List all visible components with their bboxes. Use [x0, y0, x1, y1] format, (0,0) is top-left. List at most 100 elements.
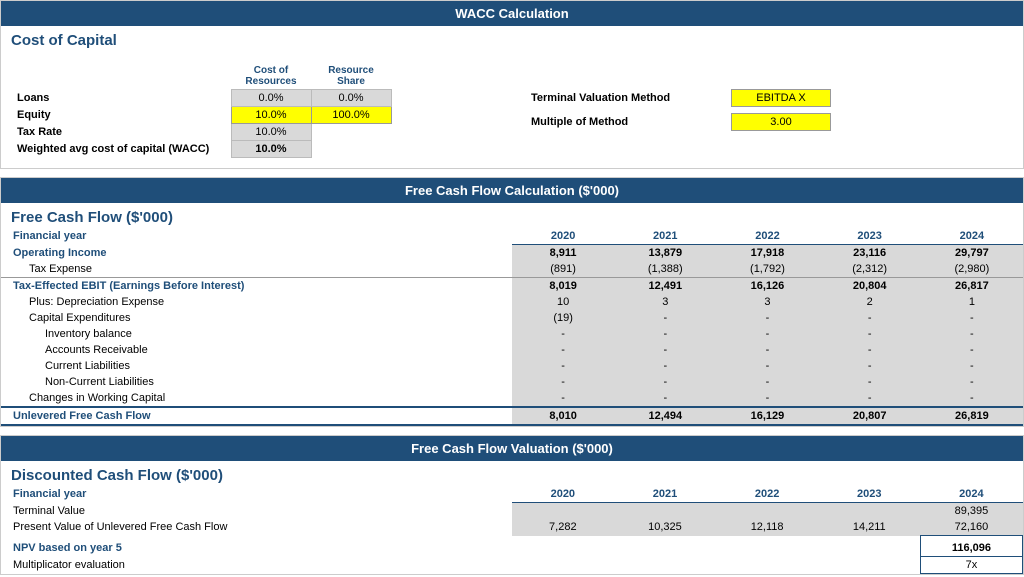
fcf-val-r10-c2: -	[716, 390, 818, 407]
fcf-val-r4-c0: 10	[512, 294, 614, 310]
val-row-label-2: Present Value of Unlevered Free Cash Flo…	[1, 519, 512, 536]
fcf-val-r9-c1: -	[614, 374, 716, 390]
val-val-r3-c2	[716, 536, 818, 557]
fcf-val-r3-c0: 8,019	[512, 278, 614, 295]
fcf-val-r11-c0: 8,010	[512, 407, 614, 425]
fcf-val-r9-c2: -	[716, 374, 818, 390]
fcf-val-r2-c1: (1,388)	[614, 261, 716, 278]
val-val-r3-c1	[614, 536, 716, 557]
fcf-val-r8-c4: -	[921, 358, 1023, 374]
val-row-label-4: Multiplicator evaluation	[1, 557, 512, 574]
val-val-r4-c0	[512, 557, 614, 574]
fcf-val-r9-c0: -	[512, 374, 614, 390]
wacc-label: Weighted avg cost of capital (WACC)	[11, 141, 231, 158]
tax-rate-value[interactable]: 10.0%	[231, 124, 311, 141]
fcf-val-r3-c4: 26,817	[921, 278, 1023, 295]
fcf-val-r10-c3: -	[819, 390, 921, 407]
val-val-r1-c0	[512, 503, 614, 520]
fcf-row-label-3: Tax-Effected EBIT (Earnings Before Inter…	[1, 278, 512, 295]
fcf-val-r7-c1: -	[614, 342, 716, 358]
multiple-method-value[interactable]: 3.00	[731, 113, 831, 131]
fcf-val-r0-c1: 2021	[614, 228, 716, 245]
val-val-r1-c3	[818, 503, 920, 520]
fcf-val-r0-c0: 2020	[512, 228, 614, 245]
fcf-val-r2-c2: (1,792)	[716, 261, 818, 278]
terminal-method-label: Terminal Valuation Method	[531, 92, 731, 104]
val-val-r0-c4: 2024	[920, 486, 1022, 503]
fcf-row-label-10: Changes in Working Capital	[1, 390, 512, 407]
fcf-val-r5-c4: -	[921, 310, 1023, 326]
fcf-val-r2-c3: (2,312)	[819, 261, 921, 278]
fcf-val-r4-c4: 1	[921, 294, 1023, 310]
fcf-val-r3-c1: 12,491	[614, 278, 716, 295]
fcf-val-r1-c4: 29,797	[921, 245, 1023, 262]
fcf-val-r6-c1: -	[614, 326, 716, 342]
fcf-val-r2-c0: (891)	[512, 261, 614, 278]
fcf-val-r11-c4: 26,819	[921, 407, 1023, 425]
fcf-row-label-1: Operating Income	[1, 245, 512, 262]
fcf-val-r7-c4: -	[921, 342, 1023, 358]
col-header-cost: Cost of Resources	[231, 63, 311, 90]
val-val-r1-c4: 89,395	[920, 503, 1022, 520]
fcf-val-r11-c2: 16,129	[716, 407, 818, 425]
fcf-val-r5-c1: -	[614, 310, 716, 326]
fcf-row-label-2: Tax Expense	[1, 261, 512, 278]
fcf-val-r8-c1: -	[614, 358, 716, 374]
fcf-val-r3-c2: 16,126	[716, 278, 818, 295]
fcf-row-label-6: Inventory balance	[1, 326, 512, 342]
fcf-val-r7-c0: -	[512, 342, 614, 358]
wacc-value[interactable]: 10.0%	[231, 141, 311, 158]
equity-cost[interactable]: 10.0%	[231, 107, 311, 124]
fcf-row-label-5: Capital Expenditures	[1, 310, 512, 326]
wacc-share-empty	[311, 141, 391, 158]
fcf-val-r10-c4: -	[921, 390, 1023, 407]
val-header: Free Cash Flow Valuation ($'000)	[1, 436, 1023, 461]
fcf-val-r6-c2: -	[716, 326, 818, 342]
fcf-header: Free Cash Flow Calculation ($'000)	[1, 178, 1023, 203]
fcf-val-r4-c3: 2	[819, 294, 921, 310]
fcf-val-r6-c3: -	[819, 326, 921, 342]
val-val-r4-c4: 7x	[920, 557, 1022, 574]
fcf-row-label-8: Current Liabilities	[1, 358, 512, 374]
val-val-r0-c2: 2022	[716, 486, 818, 503]
fcf-val-r1-c1: 13,879	[614, 245, 716, 262]
equity-share[interactable]: 100.0%	[311, 107, 391, 124]
fcf-row-label-0: Financial year	[1, 228, 512, 245]
loans-cost[interactable]: 0.0%	[231, 90, 311, 107]
fcf-row-label-4: Plus: Depreciation Expense	[1, 294, 512, 310]
val-val-r4-c1	[614, 557, 716, 574]
fcf-val-r6-c0: -	[512, 326, 614, 342]
fcf-val-r8-c3: -	[819, 358, 921, 374]
fcf-val-r9-c3: -	[819, 374, 921, 390]
val-row-label-1: Terminal Value	[1, 503, 512, 520]
fcf-row-label-9: Non-Current Liabilities	[1, 374, 512, 390]
fcf-val-r8-c2: -	[716, 358, 818, 374]
fcf-val-r0-c3: 2023	[819, 228, 921, 245]
fcf-val-r9-c4: -	[921, 374, 1023, 390]
val-val-r0-c3: 2023	[818, 486, 920, 503]
fcf-val-r6-c4: -	[921, 326, 1023, 342]
wacc-header: WACC Calculation	[1, 1, 1023, 26]
val-row-label-0: Financial year	[1, 486, 512, 503]
fcf-val-r1-c2: 17,918	[716, 245, 818, 262]
fcf-val-r5-c0: (19)	[512, 310, 614, 326]
fcf-val-r4-c2: 3	[716, 294, 818, 310]
val-val-r0-c1: 2021	[614, 486, 716, 503]
fcf-val-r11-c1: 12,494	[614, 407, 716, 425]
fcf-val-r5-c2: -	[716, 310, 818, 326]
fcf-val-r1-c0: 8,911	[512, 245, 614, 262]
fcf-val-r3-c3: 20,804	[819, 278, 921, 295]
val-val-r3-c0	[512, 536, 614, 557]
val-val-r1-c1	[614, 503, 716, 520]
tax-rate-label: Tax Rate	[11, 124, 231, 141]
val-val-r4-c2	[716, 557, 818, 574]
val-val-r2-c1: 10,325	[614, 519, 716, 536]
terminal-method-value[interactable]: EBITDA X	[731, 89, 831, 107]
loans-share[interactable]: 0.0%	[311, 90, 391, 107]
val-val-r1-c2	[716, 503, 818, 520]
fcf-val-r0-c2: 2022	[716, 228, 818, 245]
loans-label: Loans	[11, 90, 231, 107]
fcf-val-r1-c3: 23,116	[819, 245, 921, 262]
fcf-val-r5-c3: -	[819, 310, 921, 326]
fcf-val-r7-c2: -	[716, 342, 818, 358]
